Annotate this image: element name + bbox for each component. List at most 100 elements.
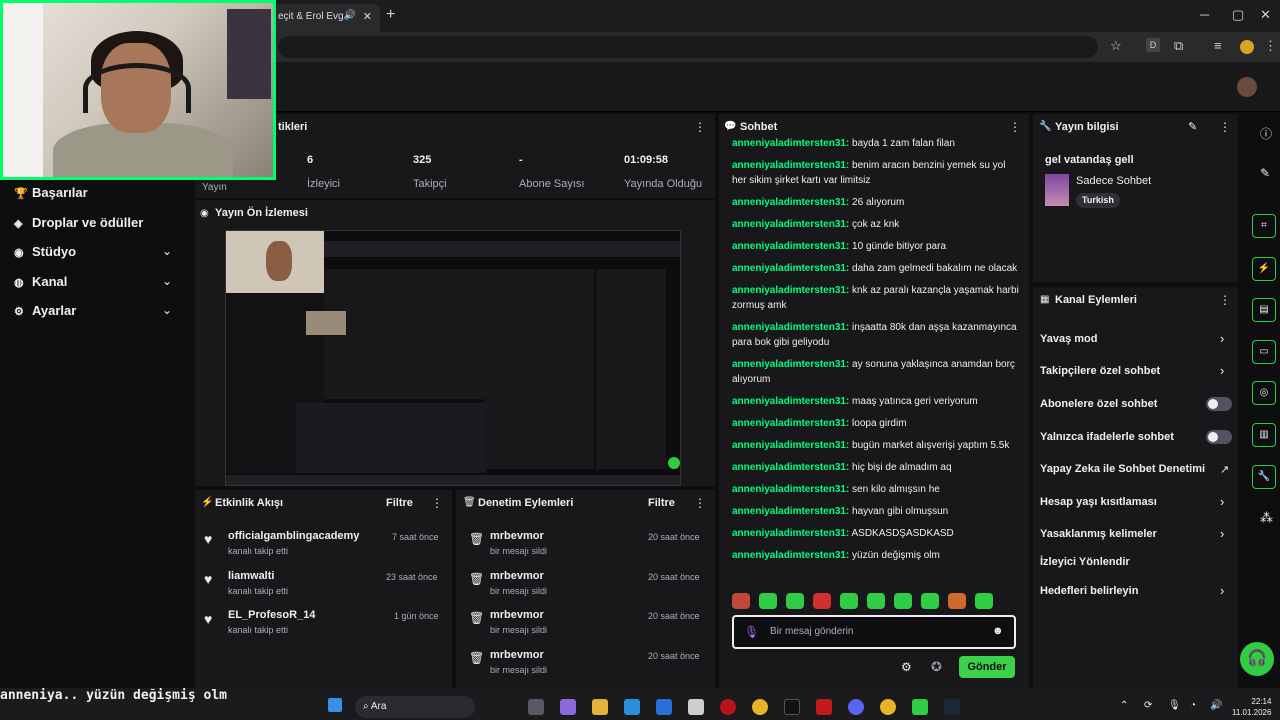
tiktok-icon[interactable] [784,699,800,715]
share-icon[interactable]: ⁂ [1260,510,1273,526]
tab-close-icon[interactable]: ✕ [363,10,372,23]
chat-message[interactable]: anneniyaladimtersten31: bugün market alı… [732,438,1022,453]
activity-user[interactable]: EL_ProfesoR_14 [228,609,315,621]
more-options-icon[interactable]: ⋮ [1219,293,1231,307]
copilot-icon[interactable] [560,699,576,715]
maximize-button[interactable]: ▢ [1232,7,1244,23]
emote-only-toggle[interactable] [1206,430,1232,444]
chat-message[interactable]: anneniyaladimtersten31: bayda 1 zam fala… [732,136,1022,151]
chat-username[interactable]: anneniyaladimtersten31: [732,550,849,561]
more-options-icon[interactable]: ⋮ [694,120,706,134]
moderation-filter-button[interactable]: Filtre [648,497,675,509]
quick-action-chat-icon[interactable]: ▭ [1252,340,1276,364]
chat-settings-icon[interactable]: ⚙ [901,660,912,674]
action-ai-moderation[interactable]: Yapay Zeka ile Sohbet Denetimi [1040,463,1205,475]
category-box-art[interactable] [1045,174,1069,206]
chat-username[interactable]: anneniyaladimtersten31: [732,219,849,230]
chat-username[interactable]: anneniyaladimtersten31: [732,506,849,517]
quick-action-broadcast-icon[interactable]: ◎ [1252,381,1276,405]
chat-message[interactable]: anneniyaladimtersten31: ay sonuna yaklaş… [732,357,1022,387]
chat-message[interactable]: anneniyaladimtersten31: daha zam gelmedi… [732,261,1022,276]
chat-input-placeholder[interactable]: Bir mesaj gönderin [770,626,853,637]
steam-icon[interactable] [944,699,960,715]
chat-username[interactable]: anneniyaladimtersten31: [732,528,849,539]
chrome-icon[interactable] [880,699,896,715]
chat-message[interactable]: anneniyaladimtersten31: benim aracın ben… [732,158,1022,188]
quick-action-wrench-icon[interactable]: 🔧 [1252,465,1276,489]
browser-tab[interactable]: eçit & Erol Evg 🔊 ✕ [270,4,380,32]
chat-message[interactable]: anneniyaladimtersten31: maaş yatınca ger… [732,394,1022,409]
chat-username[interactable]: anneniyaladimtersten31: [732,322,849,333]
extensions-icon[interactable]: ⧉ [1174,38,1183,54]
chat-username[interactable]: anneniyaladimtersten31: [732,359,849,370]
moderator-name[interactable]: mrbevmor [490,649,544,661]
more-options-icon[interactable]: ⋮ [1009,120,1021,134]
emoji-picker-icon[interactable]: ☻ [992,625,1004,637]
chat-username[interactable]: anneniyaladimtersten31: [732,418,849,429]
chat-message[interactable]: anneniyaladimtersten31: hiç bişi de alma… [732,460,1022,475]
chat-message[interactable]: anneniyaladimtersten31: yüzün değişmiş o… [732,548,1022,563]
minimize-button[interactable]: ─ [1200,7,1209,22]
chat-username[interactable]: anneniyaladimtersten31: [732,197,849,208]
sidebar-item-kanal[interactable]: ◍ Kanal [14,274,67,289]
chevron-down-icon[interactable]: ⌄ [162,274,172,288]
emote-icon[interactable] [786,593,804,609]
moderator-name[interactable]: mrbevmor [490,570,544,582]
chat-message[interactable]: anneniyaladimtersten31: çok az knk [732,217,1022,232]
chat-username[interactable]: anneniyaladimtersten31: [732,396,849,407]
action-slow-mode[interactable]: Yavaş mod [1040,333,1097,345]
user-avatar[interactable] [1237,77,1257,97]
emote-icon[interactable] [975,593,993,609]
task-view-icon[interactable] [528,699,544,715]
chevron-down-icon[interactable]: ⌄ [162,303,172,317]
new-tab-button[interactable]: + [386,6,395,24]
file-explorer-icon[interactable] [592,699,608,715]
chat-points-icon[interactable]: ✪ [931,659,942,675]
emote-icon[interactable] [813,593,831,609]
more-options-icon[interactable]: ⋮ [431,496,443,510]
action-subscriber-only-chat[interactable]: Abonelere özel sohbet [1040,398,1157,410]
tray-mic-icon[interactable]: 🎙 [1168,700,1181,711]
microphone-icon[interactable]: 🎙 [744,625,759,639]
media-controls-icon[interactable]: ≡ [1214,38,1222,53]
emote-icon[interactable] [948,593,966,609]
send-button[interactable]: Gönder [959,656,1015,678]
address-field[interactable] [278,36,1098,58]
chevron-down-icon[interactable]: ⌄ [162,244,172,258]
chat-message[interactable]: anneniyaladimtersten31: hayvan gibi olmu… [732,504,1022,519]
quick-action-layout-icon[interactable]: ▥ [1252,423,1276,447]
chevron-right-icon[interactable]: › [1220,494,1224,509]
profile-avatar[interactable] [1240,40,1254,54]
chat-message[interactable]: anneniyaladimtersten31: loopa girdim [732,416,1022,431]
moderator-name[interactable]: mrbevmor [490,609,544,621]
chat-username[interactable]: anneniyaladimtersten31: [732,241,849,252]
windows-start-icon[interactable] [328,698,342,712]
edit-pencil-icon[interactable]: ✎ [1260,166,1270,180]
taskbar-clock[interactable]: 22:14 11.01.2026 [1232,696,1271,718]
emote-icon[interactable] [921,593,939,609]
more-options-icon[interactable]: ⋮ [694,496,706,510]
chat-username[interactable]: anneniyaladimtersten31: [732,160,849,171]
app-icon[interactable] [816,699,832,715]
activity-user[interactable]: officialgamblingacademy [228,530,359,542]
activity-user[interactable]: liamwalti [228,570,274,582]
chat-username[interactable]: anneniyaladimtersten31: [732,484,849,495]
chat-message[interactable]: anneniyaladimtersten31: ASDKASDŞASDKASD [732,526,1022,541]
emote-icon[interactable] [840,593,858,609]
tray-sync-icon[interactable]: ⟳ [1144,700,1152,711]
chevron-right-icon[interactable]: › [1220,363,1224,378]
mail-icon[interactable] [656,699,672,715]
tray-chevron-icon[interactable]: ⌃ [1120,700,1128,711]
store-icon[interactable] [688,699,704,715]
bookmark-star-icon[interactable]: ☆ [1110,38,1122,54]
emote-icon[interactable] [732,593,750,609]
sidebar-item-studyo[interactable]: ◉ Stüdyo [14,244,76,259]
chat-username[interactable]: anneniyaladimtersten31: [732,263,849,274]
quick-action-clip-icon[interactable]: ⌗ [1252,214,1276,238]
close-window-button[interactable]: ✕ [1260,7,1271,23]
action-set-goals[interactable]: Hedefleri belirleyin [1040,585,1138,597]
chat-message-list[interactable]: anneniyaladimtersten31: bayda 1 zam fala… [732,136,1022,584]
edit-pencil-icon[interactable]: ✎ [1188,120,1197,133]
speaker-icon[interactable]: 🔊 [344,10,356,21]
chevron-right-icon[interactable]: › [1220,526,1224,541]
